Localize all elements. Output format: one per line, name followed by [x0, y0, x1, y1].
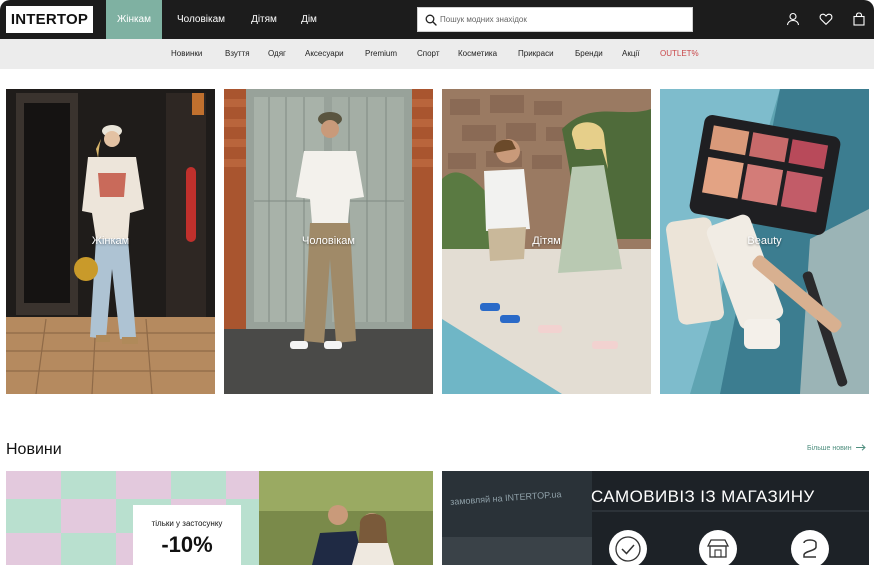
category-clothing[interactable]: Одяг: [268, 39, 286, 69]
store-icon: [699, 530, 737, 565]
search-icon: [425, 14, 437, 26]
tab-kids[interactable]: Дітям: [244, 0, 284, 39]
intertop-logo[interactable]: INTERTOP: [6, 6, 93, 33]
category-outlet[interactable]: OUTLET%: [660, 39, 699, 69]
news-section-title: Новини: [6, 441, 62, 458]
tile-beauty-label: Beauty: [747, 235, 782, 247]
tile-women-label: Жінкам: [91, 235, 130, 247]
heart-icon[interactable]: [819, 12, 833, 26]
more-news-label: Більше новин: [807, 445, 852, 452]
pickup-title: САМОВИВІЗ ІЗ МАГАЗИНУ: [591, 487, 815, 506]
check-icon: [609, 530, 647, 565]
bag-icon[interactable]: [852, 12, 866, 26]
tile-kids-label: Дітям: [532, 235, 561, 247]
tile-men-label: Чоловікам: [302, 235, 355, 247]
category-sales[interactable]: Акції: [622, 39, 639, 69]
pickup-bag-icon: [791, 530, 829, 565]
category-accessories[interactable]: Аксесуари: [305, 39, 344, 69]
promo-card: тільки у застосунку -10%: [133, 505, 241, 565]
news-card-app-promo[interactable]: тільки у застосунку -10%: [6, 471, 433, 565]
search-box[interactable]: [417, 7, 693, 32]
promo-line-app-only: тільки у застосунку: [151, 519, 223, 528]
category-bar: Новинки Взуття Одяг Аксесуари Premium Сп…: [0, 39, 874, 69]
promo-discount: -10%: [161, 532, 213, 557]
tile-women[interactable]: Жінкам: [6, 89, 215, 394]
news-card-store-pickup[interactable]: замовляй на INTERTOP.ua САМОВИВІЗ ІЗ МАГ…: [442, 471, 869, 565]
category-cosmetics[interactable]: Косметика: [458, 39, 497, 69]
arrow-right-icon: [855, 444, 866, 451]
category-sport[interactable]: Спорт: [417, 39, 440, 69]
search-input[interactable]: [440, 8, 688, 31]
category-brands[interactable]: Бренди: [575, 39, 603, 69]
top-navigation-bar: INTERTOP Жінкам Чоловікам Дітям Дім: [0, 0, 874, 39]
tab-women[interactable]: Жінкам: [106, 0, 162, 39]
category-shoes[interactable]: Взуття: [225, 39, 250, 69]
category-new[interactable]: Новинки: [171, 39, 202, 69]
category-jewelry[interactable]: Прикраси: [518, 39, 554, 69]
tile-beauty[interactable]: Beauty: [660, 89, 869, 394]
account-icon[interactable]: [786, 12, 800, 26]
tile-kids[interactable]: Дітям: [442, 89, 651, 394]
more-news-link[interactable]: Більше новин: [807, 444, 866, 452]
tab-men[interactable]: Чоловікам: [170, 0, 232, 39]
tile-men[interactable]: Чоловікам: [224, 89, 433, 394]
tab-home[interactable]: Дім: [296, 0, 322, 39]
category-premium[interactable]: Premium: [365, 39, 397, 69]
